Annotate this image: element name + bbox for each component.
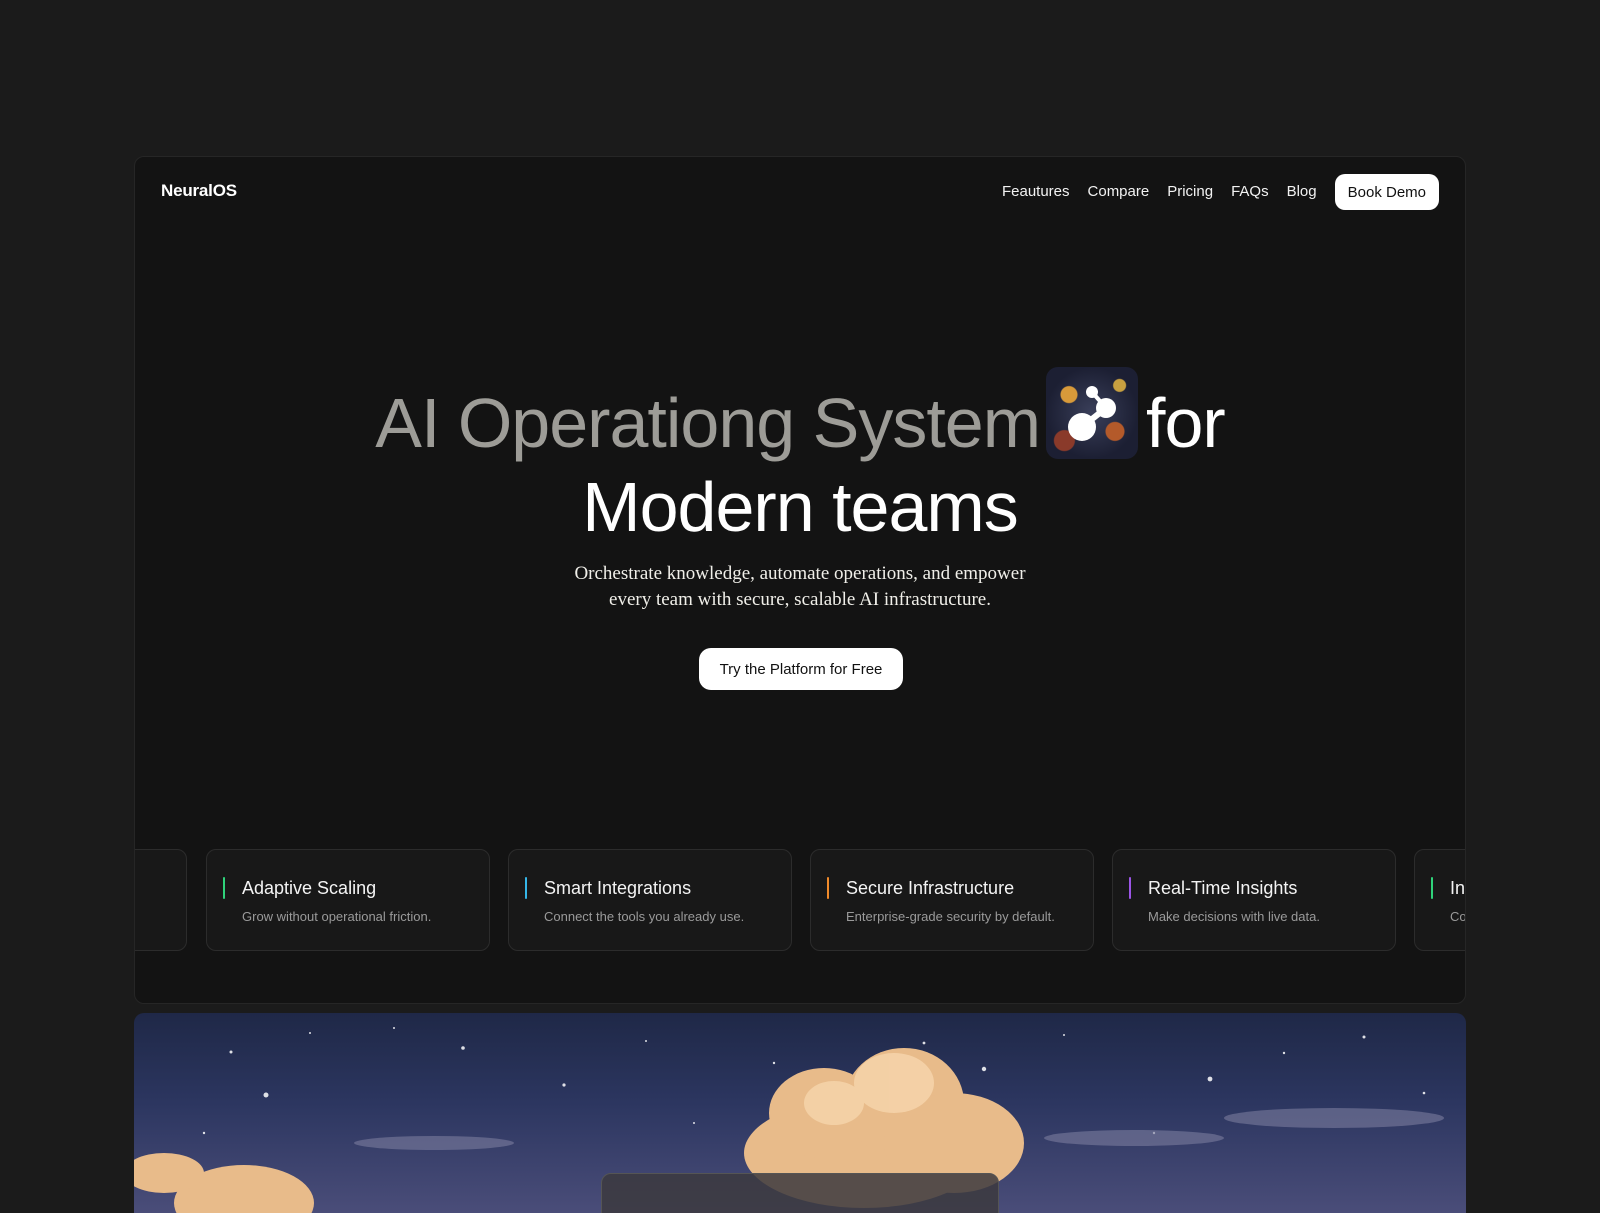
book-demo-button[interactable]: Book Demo	[1334, 174, 1439, 210]
nav-link-compare[interactable]: Compare	[1088, 174, 1150, 210]
nav-links: Feautures Compare Pricing FAQs Blog Book…	[1002, 174, 1439, 210]
hero-subtitle-line2: every team with secure, scalable AI infr…	[609, 589, 991, 610]
feature-card-real-time-insights[interactable]: Real-Time Insights Make decisions with l…	[1112, 849, 1396, 951]
feature-card-secure-infrastructure[interactable]: Secure Infrastructure Enterprise-grade s…	[810, 849, 1094, 951]
feature-accent-bar	[1431, 877, 1433, 899]
feature-desc: Connect the tools you already use.	[544, 909, 745, 924]
feature-card-adaptive-scaling[interactable]: Adaptive Scaling Grow without operationa…	[206, 849, 490, 951]
night-sky-showcase	[134, 1013, 1466, 1213]
hero-title-for: for	[1146, 384, 1226, 462]
nav-link-faqs[interactable]: FAQs	[1231, 174, 1269, 210]
feature-card-smart-integrations[interactable]: Smart Integrations Connect the tools you…	[508, 849, 792, 951]
feature-accent-bar	[223, 877, 225, 899]
hero-title: AI Operationg System for Modern teams	[135, 367, 1465, 549]
brand-logo[interactable]: NeuralOS	[161, 181, 237, 201]
hero-title-dim: AI Operationg System	[375, 384, 1041, 462]
feature-accent-bar	[525, 877, 527, 899]
hero-title-line2: Modern teams	[582, 468, 1018, 546]
feature-desc: Co	[1450, 909, 1466, 924]
nav-link-blog[interactable]: Blog	[1287, 174, 1317, 210]
feature-desc: Enterprise-grade security by default.	[846, 909, 1055, 924]
feature-title: Secure Infrastructure	[846, 878, 1015, 898]
feature-title: Int	[1450, 878, 1466, 898]
nav-link-features[interactable]: Feautures	[1002, 174, 1070, 210]
feature-card[interactable]	[135, 849, 187, 951]
try-platform-button[interactable]: Try the Platform for Free	[699, 648, 903, 690]
feature-desc: Make decisions with live data.	[1148, 909, 1320, 924]
top-navbar: NeuralOS Feautures Compare Pricing FAQs …	[135, 157, 1465, 227]
hero-subtitle-line1: Orchestrate knowledge, automate operatio…	[574, 563, 1026, 584]
hero-frame: NeuralOS Feautures Compare Pricing FAQs …	[134, 156, 1466, 1004]
molecule-icon	[1046, 367, 1139, 459]
nav-link-pricing[interactable]: Pricing	[1167, 174, 1213, 210]
feature-title: Real-Time Insights	[1148, 878, 1298, 898]
feature-desc: Grow without operational friction.	[242, 909, 432, 924]
feature-accent-bar	[1129, 877, 1131, 899]
feature-title: Smart Integrations	[544, 878, 692, 898]
hero-subtitle: Orchestrate knowledge, automate operatio…	[135, 561, 1465, 613]
feature-card-partial[interactable]: Int Co	[1414, 849, 1466, 951]
feature-accent-bar	[827, 877, 829, 899]
preview-window	[601, 1173, 999, 1213]
feature-title: Adaptive Scaling	[242, 878, 377, 898]
